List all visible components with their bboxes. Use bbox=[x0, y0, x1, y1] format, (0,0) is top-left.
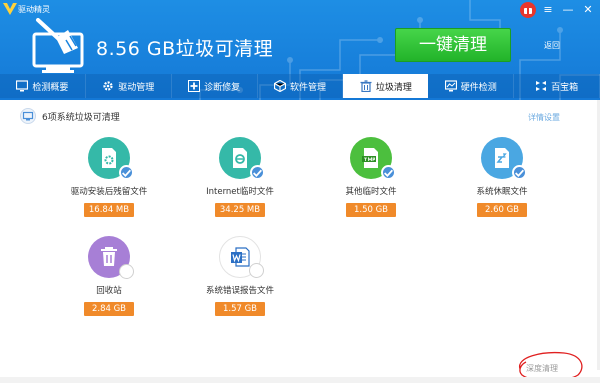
tab-overview[interactable]: 检测概要 bbox=[0, 74, 86, 98]
checkbox-checked[interactable] bbox=[250, 165, 265, 180]
junk-count-text: 6项系统垃圾可清理 bbox=[42, 112, 120, 123]
item-size-badge: 16.84 MB bbox=[83, 203, 135, 217]
cube-icon bbox=[274, 80, 286, 92]
item-label: 其他临时文件 bbox=[345, 187, 397, 197]
tab-label: 百宝箱 bbox=[551, 82, 579, 93]
checkbox-checked[interactable] bbox=[381, 165, 396, 180]
junk-item-other-temp[interactable]: 其他临时文件 1.50 GB bbox=[311, 137, 431, 217]
gear-icon bbox=[103, 81, 113, 91]
tab-hardware-detect[interactable]: 硬件检测 bbox=[428, 74, 515, 98]
document-gear-icon bbox=[102, 148, 116, 168]
item-size-badge: 1.57 GB bbox=[215, 302, 265, 316]
item-icon-circle bbox=[219, 137, 265, 180]
window-controls: ≡ — ✕ bbox=[520, 2, 596, 18]
item-label: 回收站 bbox=[96, 286, 122, 296]
sleep-file-icon bbox=[495, 148, 509, 168]
tab-software-management[interactable]: 软件管理 bbox=[258, 74, 344, 98]
box-icon bbox=[536, 81, 547, 91]
item-size-badge: 34.25 MB bbox=[214, 203, 266, 217]
close-icon[interactable]: ✕ bbox=[580, 2, 596, 18]
word-report-icon bbox=[231, 247, 250, 267]
checkbox-checked[interactable] bbox=[119, 165, 134, 180]
item-size-badge: 2.60 GB bbox=[477, 203, 527, 217]
tab-label: 诊断修复 bbox=[204, 82, 241, 93]
bottom-strip bbox=[0, 377, 600, 383]
checkbox-unchecked[interactable] bbox=[119, 264, 134, 279]
tab-label: 垃圾清理 bbox=[375, 82, 412, 93]
item-icon-circle bbox=[219, 236, 264, 278]
tab-junk-clean[interactable]: 垃圾清理 bbox=[343, 74, 429, 98]
checkbox-unchecked[interactable] bbox=[249, 263, 264, 278]
junk-item-internet-temp[interactable]: Internet临时文件 34.25 MB bbox=[180, 137, 300, 217]
item-label: 系统休眠文件 bbox=[476, 187, 528, 197]
item-icon-circle bbox=[481, 137, 527, 180]
tab-label: 检测概要 bbox=[32, 82, 69, 93]
tab-label: 驱动管理 bbox=[118, 82, 155, 93]
junk-item-driver-residue[interactable]: 驱动安装后残留文件 16.84 MB bbox=[49, 137, 169, 217]
broom-monitor-icon bbox=[32, 18, 84, 73]
item-size-badge: 2.84 GB bbox=[84, 302, 134, 316]
one-click-clean-button[interactable]: 一键清理 bbox=[395, 28, 511, 62]
item-label: 系统错误报告文件 bbox=[205, 286, 274, 296]
tmp-file-icon bbox=[362, 148, 378, 168]
tab-diagnose-repair[interactable]: 诊断修复 bbox=[172, 74, 258, 98]
tab-toolbox[interactable]: 百宝箱 bbox=[514, 74, 600, 98]
checkbox-checked[interactable] bbox=[512, 165, 527, 180]
back-link[interactable]: 返回 bbox=[544, 40, 560, 51]
monitor-icon bbox=[20, 108, 36, 124]
summary-row: 6项系统垃圾可清理 bbox=[20, 108, 120, 124]
item-label: Internet临时文件 bbox=[206, 187, 274, 197]
app-logo-icon bbox=[3, 3, 17, 15]
item-icon-circle bbox=[350, 137, 396, 180]
minimize-icon[interactable]: — bbox=[560, 2, 576, 18]
junk-item-hibernation[interactable]: 系统休眠文件 2.60 GB bbox=[442, 137, 562, 217]
tab-label: 硬件检测 bbox=[460, 82, 497, 93]
tab-label: 软件管理 bbox=[290, 82, 327, 93]
item-icon-circle bbox=[88, 137, 134, 180]
detail-settings-link[interactable]: 详情设置 bbox=[528, 112, 560, 123]
junk-size-headline: 8.56 GB垃圾可清理 bbox=[96, 38, 274, 60]
main-tab-bar: 检测概要 驱动管理 诊断修复 软件管理 垃圾清理 硬件检测 百宝箱 bbox=[0, 74, 600, 98]
trash-icon bbox=[360, 80, 372, 92]
item-size-badge: 1.50 GB bbox=[346, 203, 396, 217]
plus-icon bbox=[188, 80, 201, 92]
gift-icon[interactable] bbox=[520, 2, 536, 18]
recycle-bin-icon bbox=[101, 247, 117, 266]
header-banner: 驱动精灵 ≡ — ✕ 8.56 GB垃圾可清理 一键清理 返回 检测概要 驱动管… bbox=[0, 0, 600, 100]
item-label: 驱动安装后残留文件 bbox=[70, 187, 148, 197]
menu-icon[interactable]: ≡ bbox=[540, 2, 556, 18]
tab-driver-management[interactable]: 驱动管理 bbox=[86, 74, 172, 98]
app-title: 驱动精灵 bbox=[18, 5, 50, 14]
junk-item-error-reports[interactable]: 系统错误报告文件 1.57 GB bbox=[180, 236, 300, 316]
internet-file-icon bbox=[233, 148, 247, 168]
item-icon-circle bbox=[88, 236, 134, 279]
junk-item-recycle-bin[interactable]: 回收站 2.84 GB bbox=[49, 236, 169, 316]
monitor-icon bbox=[16, 80, 29, 92]
chart-icon bbox=[444, 80, 457, 92]
